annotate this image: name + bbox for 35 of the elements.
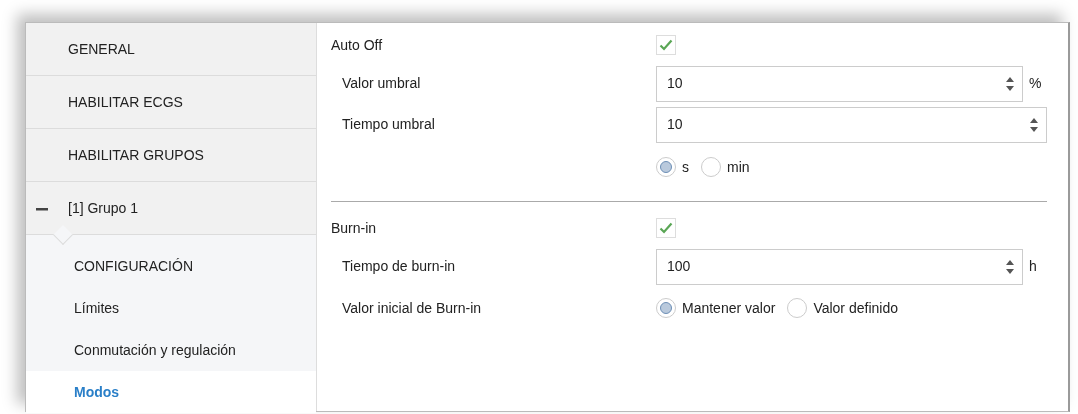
field-label: Burn-in: [331, 219, 377, 236]
checkbox[interactable]: [656, 35, 676, 55]
sidebar-item[interactable]: HABILITAR ECGS: [68, 91, 183, 113]
spinner-icon[interactable]: [1006, 76, 1014, 91]
number-field[interactable]: 100: [656, 248, 1023, 285]
sidebar-row[interactable]: HABILITAR ECGS: [26, 76, 316, 129]
radio-label[interactable]: s: [682, 156, 689, 178]
radio-label[interactable]: Mantener valor: [682, 297, 776, 319]
sidebar-subitem[interactable]: Modos: [26, 371, 316, 413]
sidebar-row[interactable]: GENERAL: [26, 23, 316, 76]
radio-button[interactable]: [701, 157, 721, 177]
field-label: Auto Off: [331, 36, 383, 53]
number-field[interactable]: 10: [656, 106, 1047, 143]
sidebar-subitem[interactable]: CONFIGURACIÓN: [26, 245, 316, 287]
radio-button[interactable]: [656, 157, 676, 177]
field-label: Tiempo umbral: [342, 116, 435, 132]
radio-label[interactable]: min: [727, 156, 750, 178]
unit-label: %: [1029, 74, 1043, 93]
field-label: Tiempo de burn-in: [342, 258, 456, 274]
field-label: Valor umbral: [342, 75, 421, 91]
radio-button[interactable]: [656, 298, 676, 318]
sidebar-row[interactable]: HABILITAR GRUPOS: [26, 129, 316, 182]
sidebar-subitem[interactable]: Límites: [26, 287, 316, 329]
sidebar-item[interactable]: [1] Grupo 1: [68, 197, 139, 219]
number-field[interactable]: 10: [656, 65, 1023, 102]
checkbox[interactable]: [656, 218, 676, 238]
unit-label: h: [1029, 257, 1038, 276]
spinner-icon[interactable]: [1030, 117, 1038, 132]
field-label: Valor inicial de Burn-in: [342, 299, 482, 316]
sidebar-subitem[interactable]: Conmutación y regulación: [26, 329, 316, 371]
sidebar-item[interactable]: HABILITAR GRUPOS: [68, 144, 204, 166]
spinner-icon[interactable]: [1006, 259, 1014, 274]
radio-label[interactable]: Valor definido: [813, 297, 898, 319]
radio-button[interactable]: [787, 298, 808, 318]
sidebar-item[interactable]: GENERAL: [68, 38, 135, 60]
